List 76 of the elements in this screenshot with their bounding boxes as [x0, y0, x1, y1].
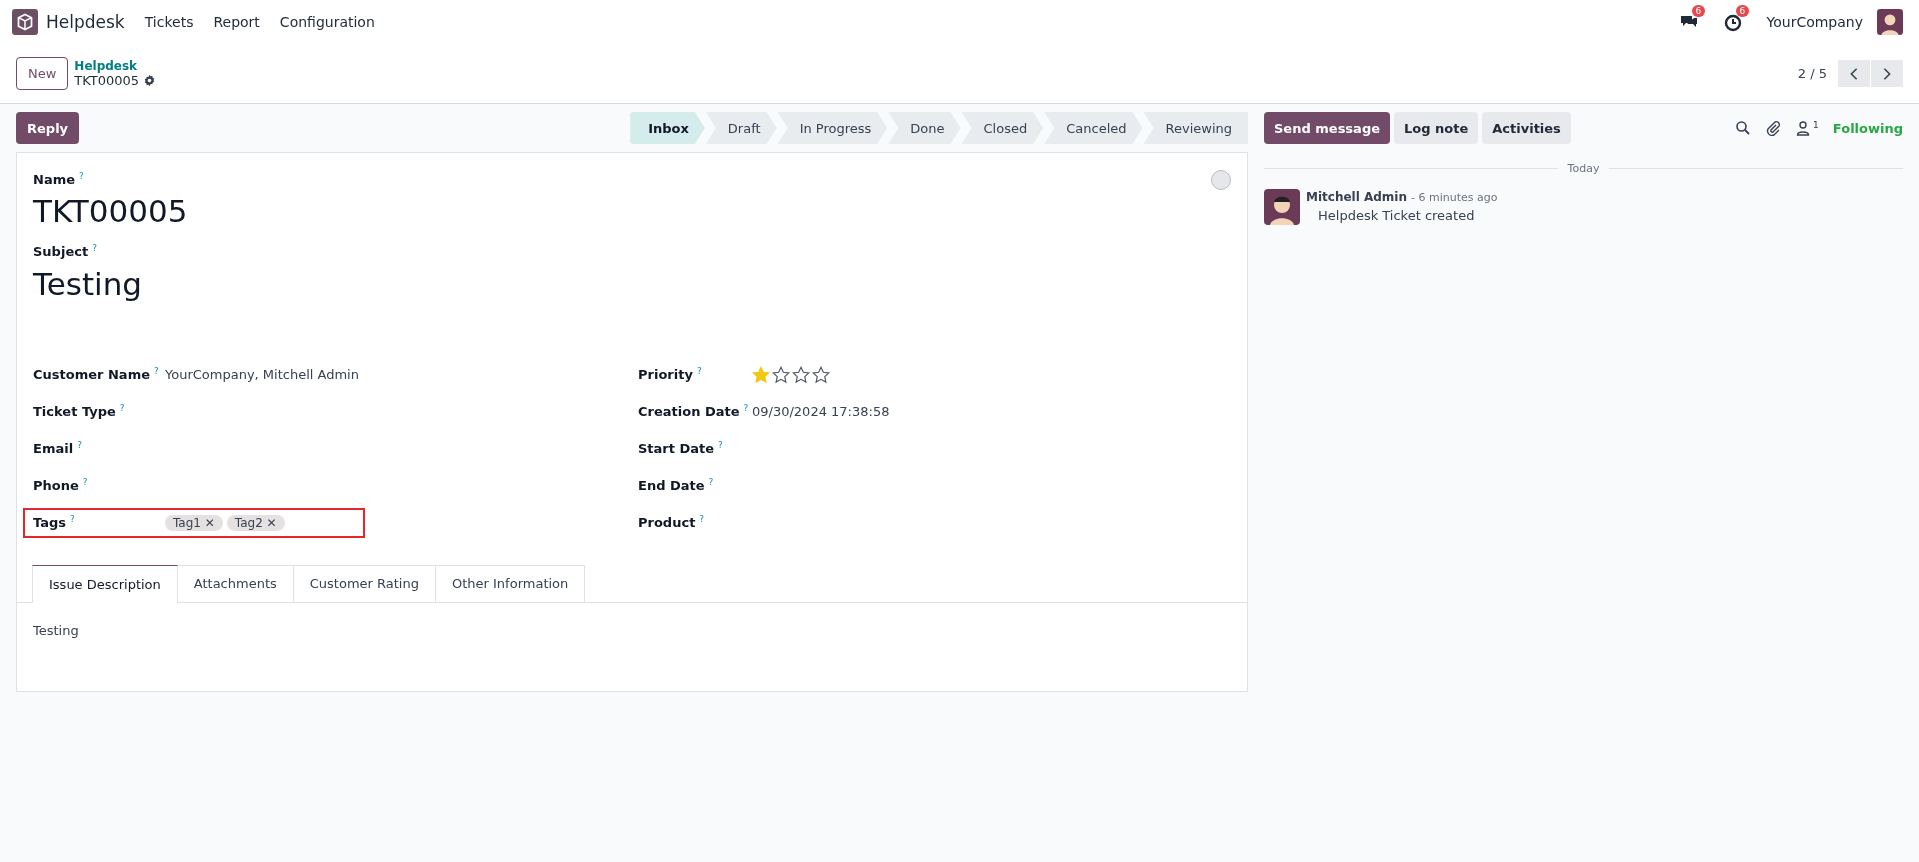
empty-star-icon[interactable] [772, 365, 790, 384]
activity-count-badge: 6 [1735, 5, 1750, 17]
message-time: - 6 minutes ago [1411, 191, 1498, 204]
help-mark[interactable]: ? [82, 477, 88, 488]
message-count-badge: 6 [1691, 5, 1706, 17]
field-label: Creation Date [638, 404, 740, 420]
company-name[interactable]: YourCompany [1766, 14, 1863, 30]
help-mark[interactable]: ? [154, 366, 159, 377]
field-label: Email [33, 441, 74, 457]
record-title: TKT00005 [74, 73, 140, 88]
menu-item[interactable]: Tickets [144, 14, 194, 30]
message-text: Helpdesk Ticket created [1317, 208, 1476, 223]
chatter-button[interactable]: Send message [1264, 112, 1390, 144]
field-label: End Date [638, 478, 705, 494]
field-label: Tags [33, 515, 66, 531]
pager-counter: 2 / 5 [1797, 66, 1827, 81]
breadcrumb-link[interactable]: Helpdesk [74, 59, 157, 73]
stage-button[interactable]: Done [888, 112, 961, 144]
help-mark[interactable]: ? [718, 440, 723, 451]
stage-button[interactable]: Inbox [630, 112, 705, 144]
field-label: Customer Name [33, 367, 150, 383]
chatter-button[interactable]: Activities [1482, 112, 1571, 144]
help-mark[interactable]: ? [119, 403, 125, 414]
field-label: Subject [33, 244, 89, 260]
message-author[interactable]: Mitchell Admin [1306, 190, 1408, 204]
chevron-right-icon[interactable] [1882, 66, 1892, 81]
follower-count: 1 [1813, 120, 1819, 130]
avatar-icon [1264, 189, 1300, 225]
field-label: Product [638, 515, 696, 531]
previous-button[interactable] [1838, 60, 1870, 87]
field-value: 09/30/2024 17:38:58 [752, 404, 890, 420]
help-mark[interactable]: ? [696, 366, 702, 377]
app-name[interactable]: Helpdesk [46, 12, 125, 32]
stage-button[interactable]: Draft [705, 112, 777, 144]
clock-icon[interactable] [1722, 12, 1743, 32]
new-button[interactable]: New [16, 57, 69, 90]
help-mark[interactable]: ? [708, 477, 714, 488]
ticket-name: TKT00005 [33, 192, 189, 232]
help-mark[interactable]: ? [743, 403, 749, 414]
stage-button[interactable]: Closed [961, 112, 1044, 144]
help-mark[interactable]: ? [79, 171, 84, 181]
tag-chip[interactable]: Tag1 ✕ [165, 514, 223, 531]
field-label: Priority [638, 367, 693, 383]
search-icon[interactable] [1735, 120, 1752, 136]
settings-icon[interactable] [143, 74, 157, 87]
field-label: Ticket Type [33, 404, 116, 420]
reply-button[interactable]: Reply [16, 112, 80, 144]
field-label: Name [33, 172, 75, 188]
help-mark[interactable]: ? [77, 440, 82, 451]
menu-item[interactable]: Report [213, 14, 260, 30]
ticket-subject: Testing [33, 264, 143, 304]
stage-button[interactable]: In Progress [777, 112, 888, 144]
stage-button[interactable]: Canceled [1044, 112, 1143, 144]
user-avatar-icon[interactable] [1877, 9, 1903, 35]
description-text: Testing [33, 622, 80, 638]
chevron-left-icon[interactable] [1849, 66, 1859, 81]
field-value: YourCompany, Mitchell Admin [165, 367, 359, 383]
filled-star-icon[interactable] [752, 365, 770, 384]
menu-item[interactable]: Configuration [279, 14, 375, 30]
chatter-button[interactable]: Log note [1394, 112, 1479, 144]
date-separator: Today [1566, 162, 1601, 175]
tag-chip[interactable]: Tag2 ✕ [226, 514, 285, 531]
paperclip-icon[interactable] [1765, 120, 1782, 136]
notebook-tab[interactable]: Issue Description [32, 564, 178, 603]
help-mark[interactable]: ? [92, 243, 97, 254]
person-icon[interactable] [1795, 120, 1812, 136]
help-mark[interactable]: ? [699, 514, 705, 525]
field-label: Phone [33, 478, 79, 494]
next-button[interactable] [1871, 60, 1903, 87]
app-logo-icon[interactable] [12, 9, 38, 35]
stage-button[interactable]: Reviewing [1143, 112, 1248, 144]
empty-star-icon[interactable] [812, 365, 830, 384]
notebook-tab[interactable]: Other Information [435, 564, 586, 602]
empty-star-icon[interactable] [792, 365, 810, 384]
field-label: Start Date [638, 441, 715, 457]
help-mark[interactable]: ? [70, 514, 75, 525]
